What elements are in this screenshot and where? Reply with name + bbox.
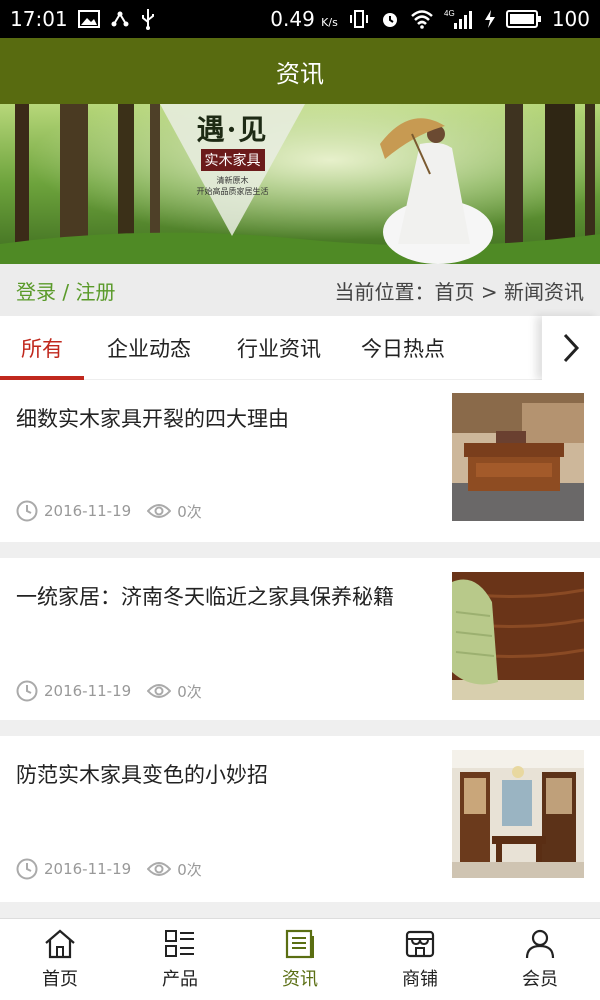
eye-icon [147, 503, 172, 519]
nav-products[interactable]: 产品 [120, 919, 240, 1000]
nav-news-label: 资讯 [282, 969, 318, 990]
title-bar: 资讯 [0, 38, 600, 104]
news-title[interactable]: 细数实木家具开裂的四大理由 [16, 404, 426, 434]
vibrate-icon [348, 9, 370, 29]
nav-home-label: 首页 [42, 969, 78, 990]
nav-member-label: 会员 [522, 969, 558, 990]
wood-cleaning-thumbnail[interactable] [452, 572, 584, 700]
wifi-icon [410, 9, 434, 29]
news-views: 0次 [177, 682, 202, 701]
divider [0, 542, 600, 558]
speed-value: 0.49 [270, 7, 315, 31]
news-meta: 2016-11-19 0次 [16, 858, 202, 880]
tab-all[interactable]: 所有 [0, 316, 84, 380]
news-item[interactable]: 防范实木家具变色的小妙招 2016-11-19 0次 [0, 736, 600, 902]
news-item[interactable]: 细数实木家具开裂的四大理由 2016-11-19 0次 [0, 380, 600, 542]
clock-icon [16, 680, 38, 702]
location-bar: 登录 / 注册 当前位置：首页 > 新闻资讯 [0, 264, 600, 316]
dining-room-thumbnail[interactable] [452, 750, 584, 878]
chevron-right-icon [563, 333, 580, 363]
alarm-icon [380, 9, 400, 29]
network-speed: 0.49 K/s [270, 7, 338, 31]
clock-icon [16, 500, 38, 522]
tabs-more-button[interactable] [542, 316, 600, 380]
shop-icon [405, 930, 435, 958]
clock-icon [16, 858, 38, 880]
nav-shop-label: 商铺 [402, 969, 438, 990]
news-views: 0次 [177, 502, 202, 521]
banner-title: 遇·见 [196, 113, 269, 146]
category-tabs: 所有 企业动态 行业资讯 今日热点 [0, 316, 600, 380]
news-meta: 2016-11-19 0次 [16, 500, 202, 522]
home-icon [45, 929, 75, 959]
banner-line1: 清新原木 [216, 176, 249, 185]
nav-shop[interactable]: 商铺 [360, 919, 480, 1000]
nav-home[interactable]: 首页 [0, 919, 120, 1000]
news-icon [285, 929, 314, 959]
tab-company-news[interactable]: 企业动态 [84, 316, 214, 380]
nav-news[interactable]: 资讯 [240, 919, 360, 1000]
news-views: 0次 [177, 860, 202, 879]
speed-unit: K/s [321, 16, 338, 29]
news-date: 2016-11-19 [44, 860, 132, 878]
battery-icon [505, 10, 542, 28]
tab-today-hot[interactable]: 今日热点 [344, 316, 462, 380]
signal-icon: 4G [444, 8, 474, 30]
battery-level: 100 [551, 7, 590, 31]
grid-list-icon [165, 930, 194, 957]
divider [0, 720, 600, 736]
status-bar: 17:01 0.49 K/s 4G 100 [0, 0, 600, 38]
network-type: 4G [444, 9, 455, 18]
banner[interactable]: 遇·见 实木家具 清新原木 开始高品质家居生活 [0, 104, 600, 264]
eye-icon [147, 683, 172, 699]
divider [0, 902, 600, 918]
coffee-table-thumbnail[interactable] [452, 393, 584, 521]
share-icon [110, 9, 130, 29]
banner-subtitle: 实木家具 [200, 149, 265, 171]
user-icon [525, 929, 555, 959]
usb-icon [140, 8, 156, 30]
banner-line2: 开始高品质家居生活 [196, 187, 269, 196]
news-item[interactable]: 一统家居：济南冬天临近之家具保养秘籍 2016-11-19 0次 [0, 558, 600, 720]
charging-icon [484, 9, 496, 29]
eye-icon [147, 861, 172, 877]
image-icon [77, 10, 100, 28]
news-title[interactable]: 一统家居：济南冬天临近之家具保养秘籍 [16, 582, 426, 612]
breadcrumb: 当前位置：首页 > 新闻资讯 [334, 279, 584, 304]
tab-industry-news[interactable]: 行业资讯 [214, 316, 344, 380]
bottom-nav: 首页 产品 资讯 商铺 会员 [0, 918, 600, 1000]
nav-member[interactable]: 会员 [480, 919, 600, 1000]
banner-text: 遇·见 实木家具 清新原木 开始高品质家居生活 [160, 104, 305, 197]
news-title[interactable]: 防范实木家具变色的小妙招 [16, 760, 426, 790]
clock-time: 17:01 [10, 7, 68, 31]
news-meta: 2016-11-19 0次 [16, 680, 202, 702]
login-register-link[interactable]: 登录 / 注册 [16, 276, 115, 305]
nav-products-label: 产品 [162, 969, 198, 990]
page-title: 资讯 [276, 59, 324, 88]
news-date: 2016-11-19 [44, 682, 132, 700]
news-date: 2016-11-19 [44, 502, 132, 520]
